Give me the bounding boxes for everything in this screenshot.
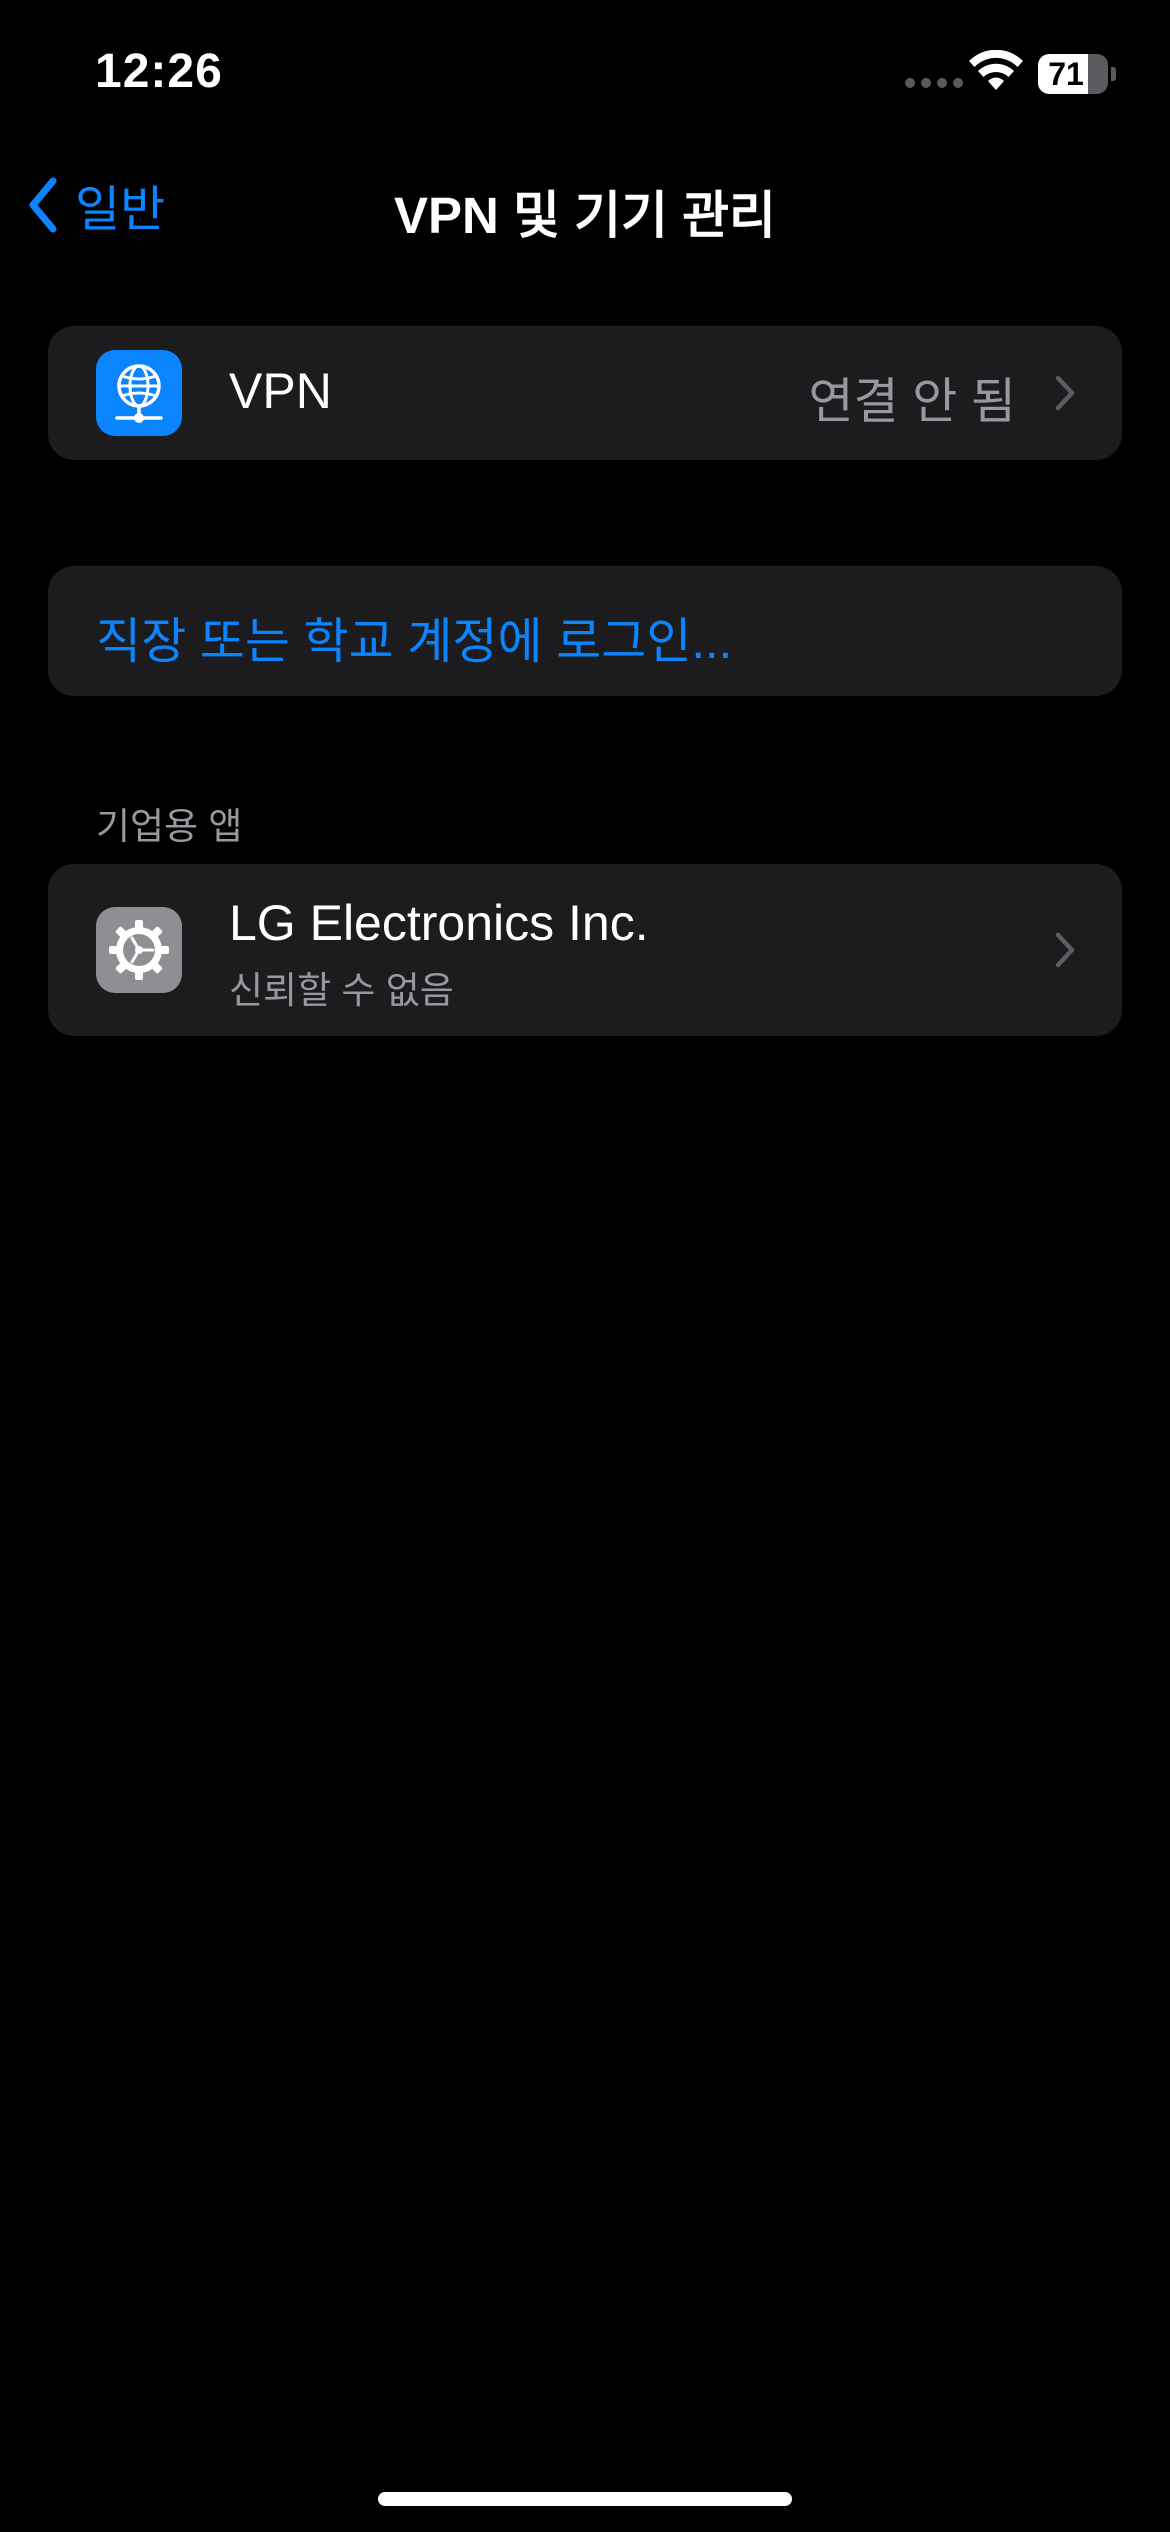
battery-icon: 71 <box>1038 54 1116 94</box>
chevron-right-icon <box>1055 375 1075 411</box>
vpn-row[interactable]: VPN 연결 안 됨 <box>48 326 1122 460</box>
enterprise-apps-group: LG Electronics Inc. 신뢰할 수 없음 <box>48 864 1122 1036</box>
enterprise-app-row[interactable]: LG Electronics Inc. 신뢰할 수 없음 <box>48 864 1122 1036</box>
wifi-icon <box>969 50 1023 90</box>
status-bar: 12:26 71 <box>0 0 1170 150</box>
chevron-right-icon <box>1055 932 1075 968</box>
enterprise-apps-header: 기업용 앱 <box>96 806 243 847</box>
navigation-bar: 일반 VPN 및 기기 관리 <box>0 150 1170 260</box>
battery-level: 71 <box>1048 56 1084 92</box>
gear-icon <box>96 907 182 993</box>
work-login-group: 직장 또는 학교 계정에 로그인... <box>48 566 1122 696</box>
page-title: VPN 및 기기 관리 <box>394 187 776 244</box>
cellular-signal-icon <box>905 78 963 88</box>
enterprise-app-trust-status: 신뢰할 수 없음 <box>229 970 454 1011</box>
work-school-login-label: 직장 또는 학교 계정에 로그인... <box>96 615 733 669</box>
vpn-status: 연결 안 됨 <box>808 375 1016 429</box>
enterprise-app-title: LG Electronics Inc. <box>229 895 649 951</box>
home-indicator[interactable] <box>378 2492 792 2506</box>
work-school-login-button[interactable]: 직장 또는 학교 계정에 로그인... <box>48 566 1122 696</box>
vpn-group: VPN 연결 안 됨 <box>48 326 1122 460</box>
status-time: 12:26 <box>95 45 223 98</box>
globe-network-icon <box>96 350 182 436</box>
vpn-label: VPN <box>229 363 332 419</box>
vpn-device-management-screen: 12:26 71 일반 VPN 및 기기 관리 VPN 연결 안 됨 직장 또는… <box>0 0 1170 2532</box>
